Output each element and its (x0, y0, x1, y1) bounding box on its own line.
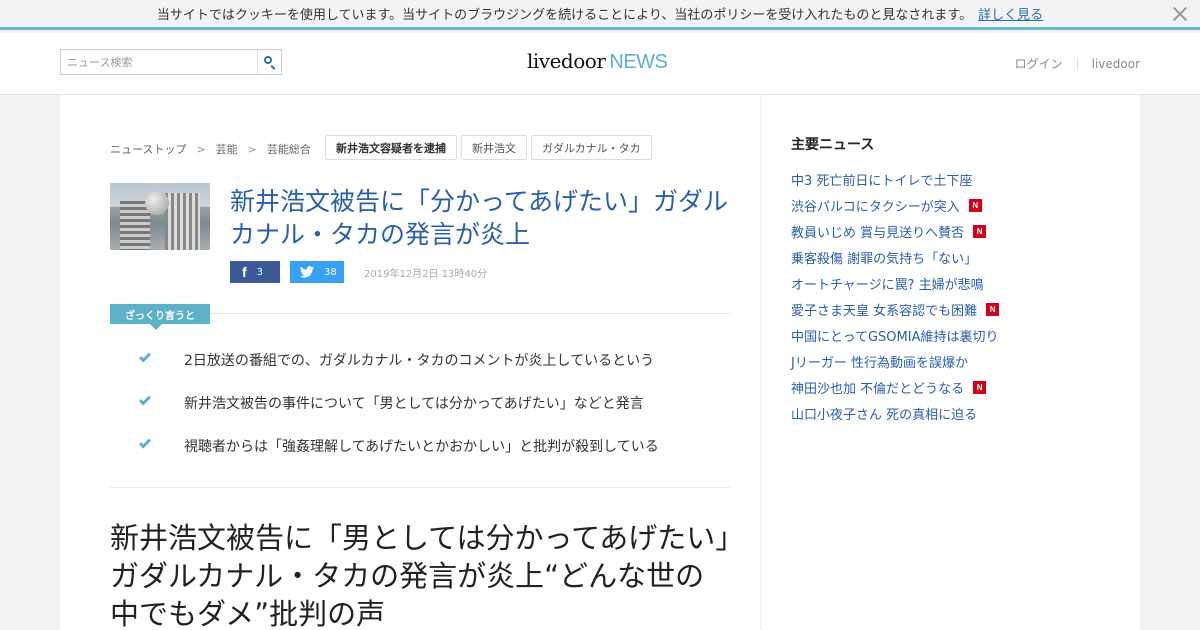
facebook-share-button[interactable]: f 3 (230, 261, 280, 283)
topic-tags: 新井浩文容疑者を逮捕 新井浩文 ガダルカナル・タカ (325, 135, 656, 160)
thumbnail-sphere (145, 191, 169, 215)
article-thumbnail[interactable] (110, 183, 210, 250)
summary-text: 視聴者からは「強姦理解してあげたいとかおかしい」と批判が殺到している (184, 439, 659, 455)
twitter-share-button[interactable]: 38 (290, 261, 344, 283)
divider (110, 487, 730, 488)
news-item[interactable]: 愛子さま天皇 女系容認でも困難 N (791, 296, 1000, 322)
topic-tag[interactable]: ガダルカナル・タカ (531, 135, 652, 160)
check-icon (138, 393, 152, 406)
thumbnail-building (165, 193, 200, 250)
livedoor-link[interactable]: livedoor (1092, 57, 1140, 71)
new-badge-icon: N (973, 380, 987, 394)
news-title: 中3 死亡前日にトイレで土下座 (791, 173, 973, 189)
news-item[interactable]: 中3 死亡前日にトイレで土下座 (791, 166, 999, 192)
twitter-count: 38 (324, 266, 337, 278)
summary-text: 2日放送の番組での、ガダルカナル・タカのコメントが炎上しているという (184, 353, 655, 369)
article-headline: 新井浩文被告に「分かってあげたい」ガダルカナル・タカの発言が炎上 (230, 187, 729, 249)
nav-divider (1076, 57, 1078, 70)
summary-item: 視聴者からは「強姦理解してあげたいとかおかしい」と批判が殺到している (138, 436, 659, 479)
divider (210, 313, 730, 314)
breadcrumb-item[interactable]: ニューストップ (110, 141, 186, 157)
sidebar-title: 主要ニュース (791, 137, 875, 153)
new-badge-icon: N (986, 302, 1000, 316)
new-badge-icon: N (968, 198, 982, 212)
sidebar: 主要ニュース 中3 死亡前日にトイレで土下座 渋谷パルコにタクシーが突入 N 教員… (760, 95, 1140, 630)
cookie-message: 当サイトではクッキーを使用しています。当サイトのブラウジングを続けることにより、… (156, 8, 973, 23)
top-news-list: 中3 死亡前日にトイレで土下座 渋谷パルコにタクシーが突入 N 教員いじめ 賞与見… (791, 166, 1000, 426)
news-title: 愛子さま天皇 女系容認でも困難 (791, 303, 978, 319)
news-title: Jリーガー 性行為動画を誤爆か (791, 355, 968, 371)
news-item[interactable]: オートチャージに罠? 主婦が悲鳴 (791, 270, 999, 296)
facebook-count: 3 (256, 266, 264, 278)
news-title: 中国にとってGSOMIA維持は裏切り (791, 329, 999, 345)
summary-label: ざっくり言うと (110, 304, 210, 330)
cookie-details-link[interactable]: 詳しく見る (978, 4, 1043, 23)
breadcrumb-separator: > (196, 142, 206, 156)
article-body-title: 新井浩文被告に「男としては分かってあげたい」ガダルカナル・タカの発言が炎上“どん… (110, 521, 730, 630)
new-badge-icon: N (973, 224, 987, 238)
search-button[interactable] (257, 50, 281, 74)
news-item[interactable]: 中国にとってGSOMIA維持は裏切り (791, 322, 999, 348)
news-item[interactable]: 渋谷パルコにタクシーが突入 N (791, 192, 999, 218)
news-title: 乗客殺傷 謝罪の気持ち「ない」 (791, 251, 978, 267)
news-item[interactable]: 山口小夜子さん 死の真相に迫る (791, 400, 999, 426)
publish-date: 2019年12月2日 13時40分 (364, 269, 488, 280)
summary-item: 2日放送の番組での、ガダルカナル・タカのコメントが炎上しているという (138, 350, 659, 393)
cookie-bar: 当サイトではクッキーを使用しています。当サイトのブラウジングを続けることにより、… (0, 0, 1200, 30)
breadcrumb: ニューストップ > 芸能 > 芸能総合 (110, 141, 311, 157)
news-title: 教員いじめ 賞与見送りへ賛否 (791, 225, 965, 241)
search-icon (264, 56, 272, 64)
news-item[interactable]: 教員いじめ 賞与見送りへ賛否 N (791, 218, 999, 244)
close-icon[interactable] (1172, 6, 1188, 22)
summary-list: 2日放送の番組での、ガダルカナル・タカのコメントが炎上しているという 新井浩文被… (138, 350, 659, 479)
facebook-icon: f (242, 264, 247, 280)
header-nav: ログイン livedoor (1015, 55, 1140, 72)
news-title: 渋谷パルコにタクシーが突入 (791, 199, 960, 215)
summary-item: 新井浩文被告の事件について「男としては分かってあげたい」などと発言 (138, 393, 659, 436)
check-icon (138, 436, 152, 449)
site-header: livedoorNEWS ログイン livedoor (0, 33, 1200, 95)
check-icon (138, 350, 152, 363)
article-main: ニューストップ > 芸能 > 芸能総合 新井浩文容疑者を逮捕 新井浩文 ガダルカ… (60, 95, 760, 630)
topic-tag[interactable]: 新井浩文 (461, 135, 527, 160)
news-item[interactable]: 神田沙也加 不倫だとどうなる N (791, 374, 999, 400)
summary-text: 新井浩文被告の事件について「男としては分かってあげたい」などと発言 (184, 396, 644, 412)
search-input[interactable] (61, 50, 257, 74)
news-title: 神田沙也加 不倫だとどうなる (791, 381, 965, 397)
breadcrumb-separator: > (247, 142, 257, 156)
login-link[interactable]: ログイン (1015, 55, 1063, 72)
breadcrumb-item[interactable]: 芸能総合 (267, 141, 311, 157)
breadcrumb-item[interactable]: 芸能 (216, 141, 238, 157)
site-logo[interactable]: livedoor NEWS (527, 49, 668, 74)
news-title: オートチャージに罠? 主婦が悲鳴 (791, 277, 984, 293)
topic-tag[interactable]: 新井浩文容疑者を逮捕 (325, 135, 457, 160)
twitter-icon (300, 266, 314, 278)
news-item[interactable]: Jリーガー 性行為動画を誤爆か (791, 348, 999, 374)
logo-livedoor: livedoor (527, 49, 606, 73)
news-title: 山口小夜子さん 死の真相に迫る (791, 407, 978, 423)
search-box (60, 49, 282, 75)
news-item[interactable]: 乗客殺傷 謝罪の気持ち「ない」 (791, 244, 999, 270)
logo-news: NEWS (609, 51, 668, 73)
